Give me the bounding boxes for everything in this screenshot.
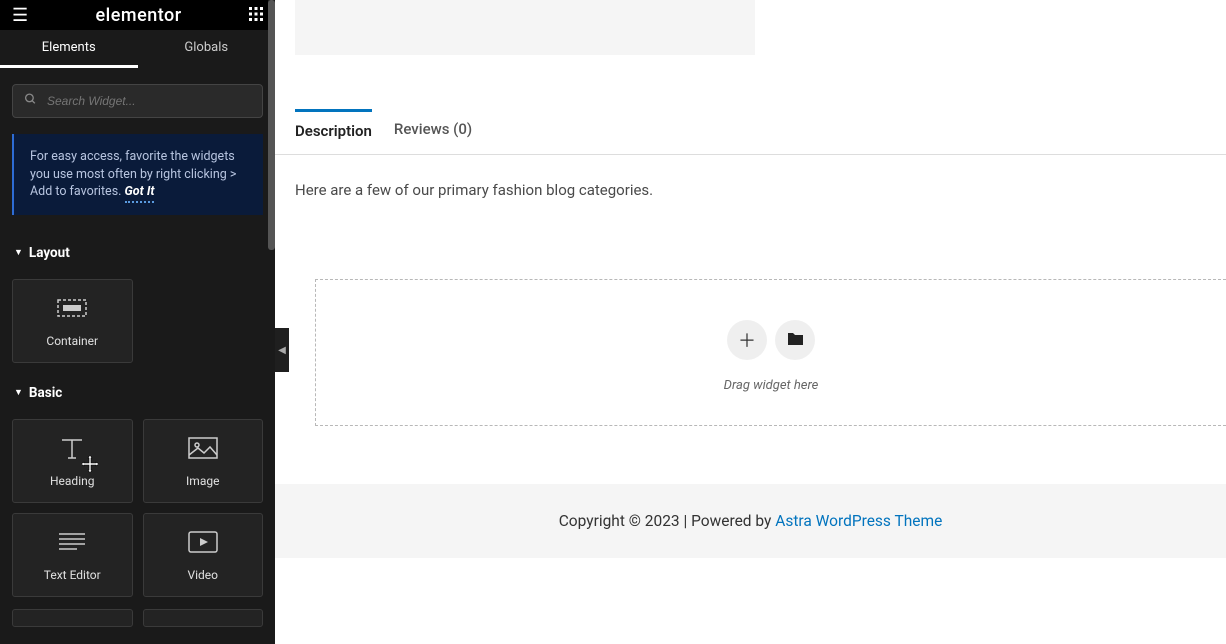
canvas: Description Reviews (0) Here are a few o…	[275, 0, 1226, 644]
widget-dropzone[interactable]: ＋ Drag widget here	[315, 279, 1226, 426]
video-icon	[188, 528, 218, 556]
widget-video[interactable]: Video	[143, 513, 264, 597]
heading-icon	[58, 434, 86, 462]
product-description: Here are a few of our primary fashion bl…	[275, 155, 1226, 279]
section-basic-label: Basic	[29, 385, 62, 401]
template-library-button[interactable]	[775, 320, 815, 360]
favorites-tip: For easy access, favorite the widgets yo…	[12, 134, 263, 215]
search-box	[12, 84, 263, 118]
basic-widgets: Heading Image Text Editor Video	[0, 411, 275, 609]
search-input[interactable]	[12, 84, 263, 118]
widget-text-editor-label: Text Editor	[44, 568, 101, 582]
widget-heading[interactable]: Heading	[12, 419, 133, 503]
widget-text-editor[interactable]: Text Editor	[12, 513, 133, 597]
folder-icon	[787, 330, 804, 351]
menu-icon[interactable]: ☰	[12, 5, 28, 26]
dropzone-buttons: ＋	[336, 320, 1206, 360]
widget-image-label: Image	[186, 474, 219, 488]
tab-reviews[interactable]: Reviews (0)	[394, 110, 472, 154]
widget-container[interactable]: Container	[12, 279, 133, 363]
widget-partial-2[interactable]	[143, 609, 264, 627]
footer-theme-link[interactable]: Astra WordPress Theme	[775, 512, 942, 530]
elementor-logo: elementor	[96, 5, 182, 26]
widget-video-label: Video	[187, 568, 218, 582]
product-image-placeholder	[295, 0, 755, 55]
tab-description[interactable]: Description	[295, 109, 372, 154]
text-editor-icon	[57, 528, 87, 556]
widget-container-label: Container	[46, 334, 98, 348]
product-tabs: Description Reviews (0)	[275, 110, 1226, 155]
sidebar-header: ☰ elementor	[0, 0, 275, 30]
basic-widgets-row3	[0, 609, 275, 639]
caret-down-icon: ▼	[14, 247, 23, 258]
apps-icon[interactable]	[249, 6, 263, 25]
widget-heading-label: Heading	[50, 474, 95, 488]
image-icon	[188, 434, 218, 462]
chevron-left-icon: ◀	[278, 345, 286, 356]
widget-image[interactable]: Image	[143, 419, 264, 503]
section-layout-label: Layout	[29, 245, 70, 261]
dropzone-text: Drag widget here	[336, 378, 1206, 393]
layout-widgets: Container	[0, 271, 275, 375]
section-basic-header[interactable]: ▼ Basic	[0, 375, 275, 411]
caret-down-icon: ▼	[14, 387, 23, 398]
elementor-sidebar: ☰ elementor Elements Globals For easy ac…	[0, 0, 275, 644]
search-icon	[24, 93, 37, 110]
add-section-button[interactable]: ＋	[727, 320, 767, 360]
footer: Copyright © 2023 | Powered by Astra Word…	[275, 484, 1226, 558]
sidebar-scrollbar[interactable]	[268, 0, 275, 644]
collapse-handle[interactable]: ◀	[275, 328, 289, 372]
sidebar-tabs: Elements Globals	[0, 30, 275, 68]
container-icon	[57, 294, 87, 322]
footer-copyright: Copyright © 2023 | Powered by	[559, 512, 776, 530]
section-layout-header[interactable]: ▼ Layout	[0, 235, 275, 271]
sidebar-scrollbar-thumb[interactable]	[268, 0, 275, 250]
plus-icon: ＋	[738, 327, 756, 353]
got-it-link[interactable]: Got It	[125, 184, 155, 203]
tab-globals[interactable]: Globals	[138, 30, 276, 68]
widget-partial-1[interactable]	[12, 609, 133, 627]
tab-elements[interactable]: Elements	[0, 30, 138, 68]
